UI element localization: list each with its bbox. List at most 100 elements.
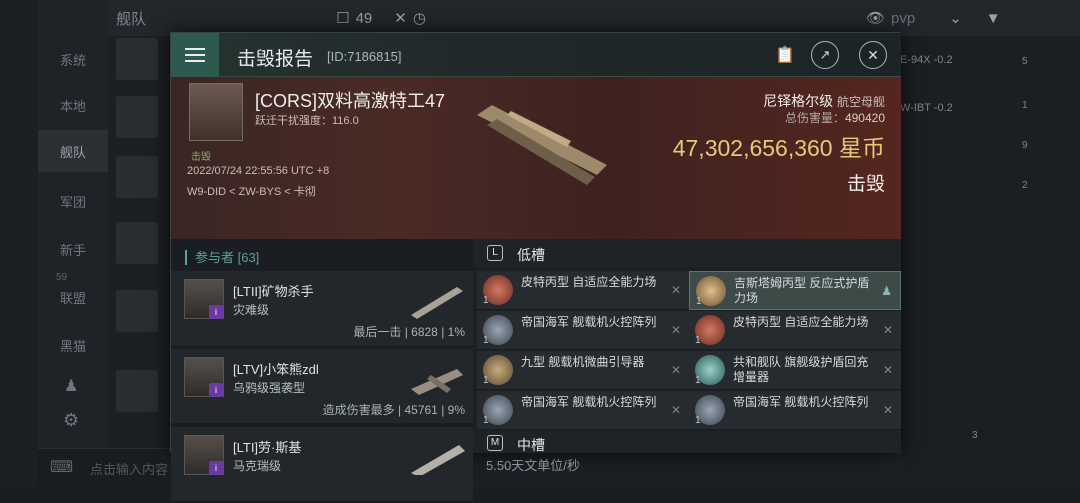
module-slot[interactable]: 1 帝国海军 舰载机火控阵列 ✕ [689,391,901,430]
right-count-1: 5 [1022,56,1028,67]
remove-icon[interactable]: ✕ [671,283,681,297]
sidebar-item-alliance[interactable]: 联盟 [38,276,108,318]
dialog-title: 击毁报告 [237,49,314,70]
sidebar-item-corp[interactable]: 军团 [38,180,108,222]
stat-value: 45761 [404,403,438,417]
module-qty: 1 [483,295,489,306]
share-icon[interactable]: ↗ [811,41,839,69]
remove-icon[interactable]: ✕ [671,363,681,377]
sidebar-item-label: 联盟 [59,290,86,306]
clipboard-icon[interactable]: 📋 [771,41,799,69]
low-slot-header: L 低槽 [473,239,901,267]
ship-class: 航空母舰 [836,95,885,109]
checkbox-icon[interactable]: ☐ [336,9,349,27]
chevron-down-icon[interactable]: ⌄ [949,9,962,27]
module-name: 帝国海军 舰载机火控阵列 [733,395,869,409]
right-count-4: 2 [1022,180,1028,191]
kill-status: 击毁 [846,174,885,195]
filter-icon[interactable]: ▼ [986,10,1001,27]
module-slot[interactable]: 1 皮特丙型 自适应全能力场 ✕ [477,271,689,310]
remove-icon[interactable]: ✕ [671,323,681,337]
remove-icon[interactable]: ✕ [883,323,893,337]
chat-avatar [116,96,158,138]
rank-badge-icon: i [209,383,223,397]
chat-avatar [116,222,158,264]
stat-pct: 9% [447,403,465,417]
module-slot[interactable]: 1 吉斯塔姆丙型 反应式护盾力场 ♟ [689,271,901,310]
sidebar-item-label: 新手 [59,242,86,258]
kill-time: 2022/07/24 22:55:56 UTC +8 [187,165,330,177]
pilot-icon[interactable]: ♟ [881,284,892,298]
report-id[interactable]: [ID:7186815] [327,49,401,64]
sidebar-item-fleet[interactable]: 舰队 [38,130,108,172]
speed-readout: 5.50天文单位/秒 [486,458,580,473]
participant-ship: 乌鸦级强袭型 [233,381,306,395]
pvp-label[interactable]: pvp [891,10,915,27]
module-slot[interactable]: 1 皮特丙型 自适应全能力场 ✕ [689,311,901,350]
remove-icon[interactable]: ✕ [883,363,893,377]
sidebar-item-newbie[interactable]: 新手 [38,228,108,270]
participant-row[interactable]: i [LTII]矿物杀手 灾难级 最后一击 | 6828 | 1% [171,271,473,347]
mid-slot-header: M 中槽 [473,431,901,453]
ship-name: 尼铎格尔级 航空母舰 [763,91,885,111]
stat-label: 最后一击 [353,325,402,339]
sidebar-item-system[interactable]: 系统 [38,38,108,80]
history-icon[interactable]: ◷ [413,9,426,27]
person-icon[interactable]: ♟ [64,376,78,396]
module-slot[interactable]: 1 帝国海军 舰载机火控阵列 ✕ [477,311,689,350]
close-button[interactable]: ✕ [859,41,887,69]
sidebar-item-black[interactable]: 黑猫 [38,324,108,366]
participant-name: [LTI]劳·斯基 [233,440,302,455]
right-count-2: 1 [1022,100,1028,111]
warp-strength: 跃迁干扰强度：116.0 [255,115,359,127]
module-name: 共和舰队 旗舰级护盾回充增量器 [733,355,869,384]
module-slot[interactable]: 1 九型 舰载机微曲引导器 ✕ [477,351,689,390]
remove-icon[interactable]: ✕ [671,403,681,417]
module-qty: 1 [483,375,489,386]
participant-row[interactable]: i [LTI]劳·斯基 马克瑞级 [171,427,473,503]
participant-stat: 最后一击 | 6828 | 1% [353,325,465,339]
dialog-header: 击毁报告 [ID:7186815] 📋 ↗ ✕ [171,33,901,77]
chat-input[interactable]: 点击输入内容 [90,459,168,478]
stat-pct: 1% [447,325,465,339]
low-slot-label: 低槽 [517,247,545,263]
participants-label: 参与者 [63] [185,250,260,265]
module-slot[interactable]: 1 帝国海军 舰载机火控阵列 ✕ [477,391,689,430]
chat-avatar [116,290,158,332]
channel-name[interactable]: 舰队 [116,8,146,29]
sidebar-count: 59 [56,272,68,283]
participants-header: 参与者 [63] [171,239,473,267]
stat-value: 6828 [411,325,438,339]
mid-slot-label: 中槽 [517,437,545,453]
gear-icon[interactable]: ⚙ [63,410,79,431]
keyboard-icon[interactable]: ⌨ [50,457,73,477]
menu-icon [185,48,205,62]
route-line-2: W-IBT -0.2 [900,102,953,114]
module-qty: 1 [695,415,701,426]
module-qty: 1 [696,296,702,307]
participant-name: [LTV]小笨熊zdl [233,362,319,377]
participants-panel: 参与者 [63] i [LTII]矿物杀手 灾难级 最后一击 | 6828 | … [171,239,473,503]
fitting-panel: L 低槽 1 皮特丙型 自适应全能力场 ✕ 1 帝国海军 舰载机火控阵列 ✕ 1 九型 舰载… [473,239,901,453]
right-badge: 3 [972,430,978,441]
eye-icon[interactable]: 👁 [866,9,885,27]
close-icon[interactable]: ✕ [394,9,407,27]
sidebar-item-label: 舰队 [59,144,86,160]
participant-ship-image [411,287,463,319]
victim-name: [CORS]双料高激特工47 [255,91,446,111]
isk-unit: 星币 [839,135,885,161]
participant-row[interactable]: i [LTV]小笨熊zdl 乌鸦级强袭型 造成伤害最多 | 45761 | 9% [171,349,473,425]
sidebar-item-label: 系统 [59,52,86,68]
sidebar-item-local[interactable]: 本地 [38,84,108,126]
module-qty: 1 [695,375,701,386]
module-name: 皮特丙型 自适应全能力场 [733,315,869,329]
isk-amount: 47,302,656,360 [672,135,833,161]
victim-portrait[interactable] [189,83,243,141]
isk-value: 47,302,656,360 星币 [673,129,885,163]
module-slot[interactable]: 1 共和舰队 旗舰级护盾回充增量器 ✕ [689,351,901,390]
remove-icon[interactable]: ✕ [883,403,893,417]
right-count-3: 9 [1022,140,1028,151]
sidebar-item-label: 军团 [59,194,86,210]
module-qty: 1 [483,335,489,346]
menu-button[interactable] [171,33,219,77]
